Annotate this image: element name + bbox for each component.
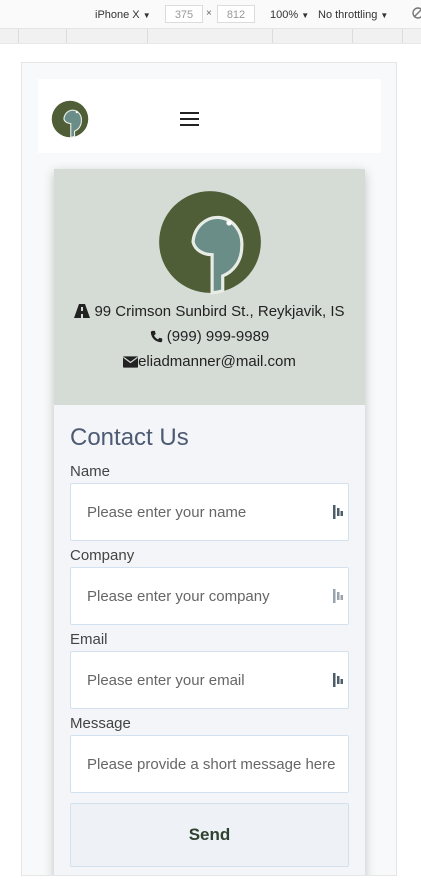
company-label: Company (70, 547, 135, 564)
ruler-segment (147, 29, 148, 43)
ruler-segment (352, 29, 353, 43)
viewport-height-input[interactable]: 812 (217, 5, 255, 23)
password-manager-icon[interactable] (333, 673, 343, 687)
company-input[interactable] (71, 568, 348, 624)
message-label: Message (70, 715, 131, 732)
zoom-select[interactable]: 100% ▼ (270, 8, 309, 23)
ruler-segment (18, 29, 19, 43)
chevron-down-icon: ▼ (380, 11, 389, 20)
ruler-segment (66, 29, 67, 43)
password-manager-icon[interactable] (333, 505, 343, 519)
phone-line: (999) 999-9989 (54, 328, 365, 346)
company-field-wrapper (70, 567, 349, 625)
ruler-segment (402, 29, 403, 43)
contact-card: 99 Crimson Sunbird St., Reykjavik, IS (9… (54, 169, 365, 875)
rotate-icon[interactable] (411, 6, 421, 24)
elephant-logo-icon (159, 191, 261, 295)
name-label: Name (70, 463, 111, 480)
chevron-down-icon: ▼ (301, 11, 310, 20)
device-select-label: iPhone X (95, 9, 140, 21)
elephant-logo-icon[interactable] (51, 100, 89, 138)
envelope-icon (123, 356, 139, 368)
chevron-down-icon: ▼ (142, 11, 151, 20)
password-manager-icon[interactable] (333, 589, 343, 603)
viewport-width-input[interactable]: 375 (165, 5, 203, 23)
email-label: Email (70, 631, 108, 648)
ruler-segment (272, 29, 273, 43)
send-button[interactable]: Send (70, 803, 349, 867)
email-line: eliadmanner@mail.com (54, 353, 365, 371)
devtools-toolbar: iPhone X ▼ 375 × 812 100% ▼ No throttlin… (0, 0, 421, 29)
device-viewport: 99 Crimson Sunbird St., Reykjavik, IS (9… (21, 62, 397, 876)
contact-info-header: 99 Crimson Sunbird St., Reykjavik, IS (9… (54, 169, 365, 405)
hamburger-menu-icon[interactable] (180, 112, 200, 127)
navbar (38, 79, 381, 153)
name-input[interactable] (71, 484, 348, 540)
media-query-ruler (0, 29, 421, 44)
phone-icon (150, 330, 162, 343)
road-icon (74, 304, 91, 318)
email-input[interactable] (71, 652, 348, 708)
contact-title: Contact Us (70, 424, 189, 451)
throttling-select[interactable]: No throttling ▼ (318, 8, 388, 23)
email-text: eliadmanner@mail.com (138, 353, 296, 370)
address-line: 99 Crimson Sunbird St., Reykjavik, IS (54, 303, 365, 321)
email-field-wrapper (70, 651, 349, 709)
message-input[interactable] (71, 736, 348, 792)
device-select[interactable]: iPhone X ▼ (95, 8, 151, 23)
name-field-wrapper (70, 483, 349, 541)
message-field-wrapper (70, 735, 349, 793)
address-text: 99 Crimson Sunbird St., Reykjavik, IS (94, 303, 345, 320)
phone-text: (999) 999-9989 (166, 328, 270, 345)
times-sign: × (206, 8, 212, 19)
throttling-select-label: No throttling (318, 9, 378, 21)
zoom-select-label: 100% (270, 9, 299, 21)
